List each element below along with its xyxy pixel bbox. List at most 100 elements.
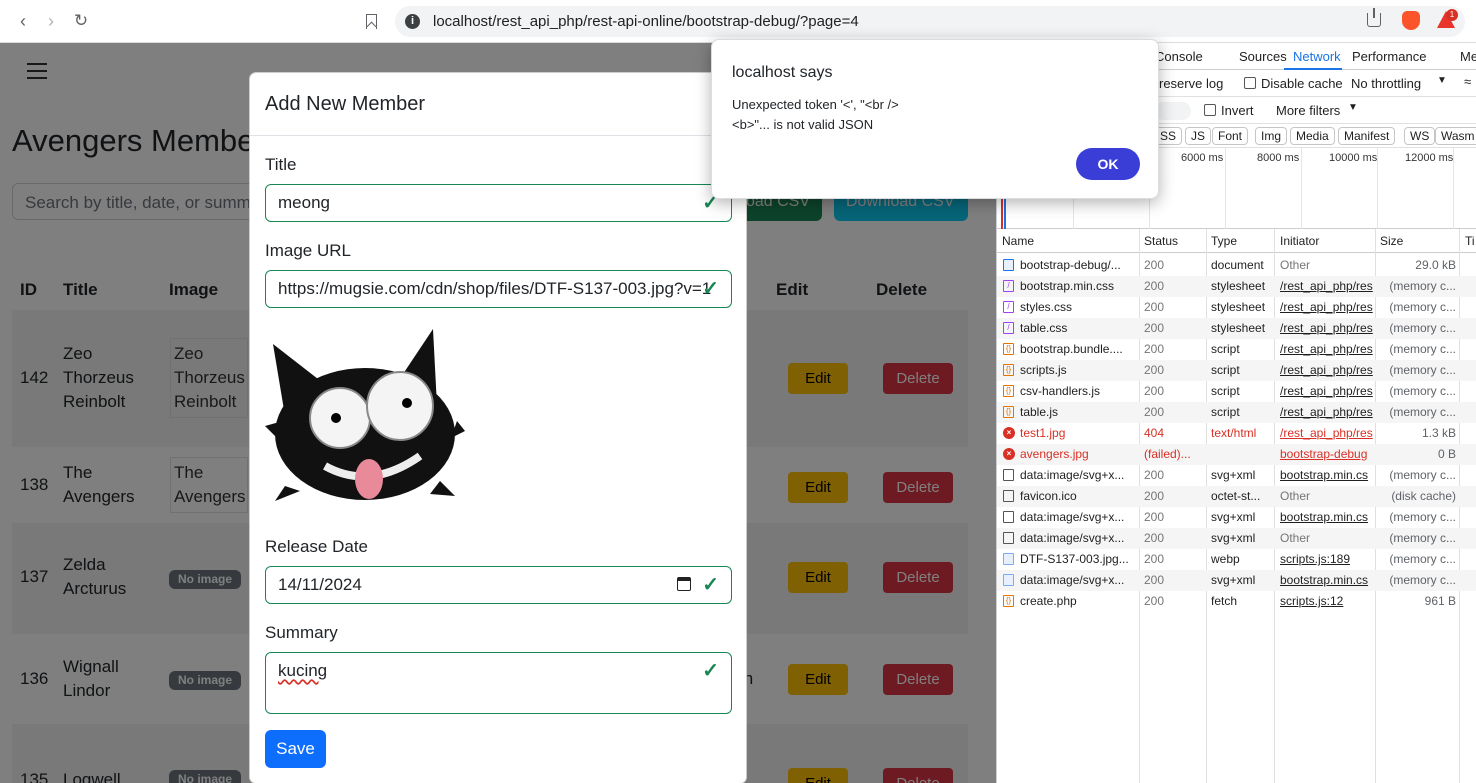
network-request-row[interactable]: DTF-S137-003.jpg... 200 webp scripts.js:189… xyxy=(997,549,1476,570)
chevron-down-icon[interactable]: ▼ xyxy=(1437,75,1447,86)
request-name[interactable]: data:image/svg+x... xyxy=(1020,573,1135,587)
filter-chip-manifest[interactable]: Manifest xyxy=(1338,127,1396,145)
url-text[interactable]: localhost/rest_api_php/rest-api-online/b… xyxy=(433,13,859,30)
preserve-log-label[interactable]: reserve log xyxy=(1159,76,1223,91)
release-date-input[interactable]: 14/11/2024 ✓ xyxy=(265,566,732,604)
request-name[interactable]: table.css xyxy=(1020,321,1135,335)
calendar-icon[interactable] xyxy=(677,577,691,591)
col-time[interactable]: Ti xyxy=(1465,234,1475,248)
network-request-row[interactable]: bootstrap-debug/... 200 document Other 29.0 … xyxy=(997,255,1476,276)
address-bar[interactable]: i localhost/rest_api_php/rest-api-online… xyxy=(395,6,1465,37)
request-name[interactable]: data:image/svg+x... xyxy=(1020,468,1135,482)
tab-memory[interactable]: Me xyxy=(1460,49,1476,64)
request-initiator[interactable]: bootstrap.min.cs xyxy=(1280,510,1374,524)
share-icon[interactable] xyxy=(1367,8,1381,27)
request-name[interactable]: table.js xyxy=(1020,405,1135,419)
network-request-row[interactable]: data:image/svg+x... 200 svg+xml bootstrap.m… xyxy=(997,507,1476,528)
release-date-value: 14/11/2024 xyxy=(278,575,362,594)
col-type[interactable]: Type xyxy=(1211,234,1237,248)
network-request-row[interactable]: data:image/svg+x... 200 svg+xml Other (memor… xyxy=(997,528,1476,549)
disable-cache-checkbox[interactable] xyxy=(1244,77,1256,89)
request-name[interactable]: data:image/svg+x... xyxy=(1020,510,1135,524)
request-name[interactable]: styles.css xyxy=(1020,300,1135,314)
invert-label[interactable]: Invert xyxy=(1221,103,1254,118)
request-initiator[interactable]: bootstrap.min.cs xyxy=(1280,573,1374,587)
network-request-row[interactable]: × test1.jpg 404 text/html/rest_api_php/res 1… xyxy=(997,423,1476,444)
request-name[interactable]: bootstrap.min.css xyxy=(1020,279,1135,293)
request-initiator[interactable]: bootstrap-debug xyxy=(1280,447,1374,461)
brave-shields-icon[interactable] xyxy=(1402,11,1420,30)
request-name[interactable]: DTF-S137-003.jpg... xyxy=(1020,552,1135,566)
request-name[interactable]: avengers.jpg xyxy=(1020,447,1135,461)
request-initiator[interactable]: /rest_api_php/res xyxy=(1280,300,1374,314)
request-initiator[interactable]: bootstrap.min.cs xyxy=(1280,468,1374,482)
network-request-row[interactable]: data:image/svg+x... 200 svg+xml bootstrap.m… xyxy=(997,570,1476,591)
filter-chip-img[interactable]: Img xyxy=(1255,127,1288,145)
filter-input[interactable] xyxy=(1155,102,1191,120)
chevron-down-icon[interactable]: ▼ xyxy=(1348,102,1358,113)
forward-icon[interactable]: › xyxy=(40,10,62,32)
filter-chip-media[interactable]: Media xyxy=(1290,127,1335,145)
network-request-row[interactable]: / table.css 200 stylesheet/rest_api_php/res… xyxy=(997,318,1476,339)
invert-checkbox[interactable] xyxy=(1204,104,1216,116)
save-button[interactable]: Save xyxy=(265,730,326,768)
request-initiator[interactable]: /rest_api_php/res xyxy=(1280,384,1374,398)
request-name[interactable]: favicon.ico xyxy=(1020,489,1135,503)
timeline-label: 8000 ms xyxy=(1257,152,1300,164)
img-file-icon xyxy=(1003,574,1014,586)
request-name[interactable]: test1.jpg xyxy=(1020,426,1135,440)
request-name[interactable]: scripts.js xyxy=(1020,363,1135,377)
network-request-row[interactable]: favicon.ico 200 octet-st... Other (disk cach… xyxy=(997,486,1476,507)
network-request-row[interactable]: {} create.php 200 fetch scripts.js:12 961 B xyxy=(997,591,1476,612)
network-request-row[interactable]: × avengers.jpg (failed)... bootstrap-debug 0… xyxy=(997,444,1476,465)
tab-performance[interactable]: Performance xyxy=(1352,49,1426,64)
tab-sources[interactable]: Sources xyxy=(1239,49,1287,64)
title-input[interactable]: meong ✓ xyxy=(265,184,732,222)
network-request-row[interactable]: / styles.css 200 stylesheet/rest_api_php/re… xyxy=(997,297,1476,318)
request-initiator[interactable]: /rest_api_php/res xyxy=(1280,405,1374,419)
col-initiator[interactable]: Initiator xyxy=(1280,234,1319,248)
throttling-select[interactable]: No throttling xyxy=(1351,76,1421,91)
col-size[interactable]: Size xyxy=(1380,234,1403,248)
network-request-row[interactable]: {} table.js 200 script/rest_api_php/res (mem… xyxy=(997,402,1476,423)
network-request-row[interactable]: / bootstrap.min.css 200 stylesheet/rest_api… xyxy=(997,276,1476,297)
summary-textarea[interactable]: kucing ✓ xyxy=(265,652,732,714)
bookmark-icon[interactable] xyxy=(366,14,377,29)
back-icon[interactable]: ‹ xyxy=(12,10,34,32)
request-initiator[interactable]: /rest_api_php/res xyxy=(1280,426,1374,440)
disable-cache-label[interactable]: Disable cache xyxy=(1261,76,1343,91)
image-url-input[interactable]: https://mugsie.com/cdn/shop/files/DTF-S1… xyxy=(265,270,732,308)
reload-icon[interactable]: ↻ xyxy=(70,10,92,32)
col-status[interactable]: Status xyxy=(1144,234,1178,248)
filter-chip-css[interactable]: SS xyxy=(1155,127,1183,145)
request-initiator[interactable]: /rest_api_php/res xyxy=(1280,363,1374,377)
request-size: 1.3 kB xyxy=(1421,426,1456,440)
js-file-icon: {} xyxy=(1003,406,1014,418)
request-initiator[interactable]: /rest_api_php/res xyxy=(1280,279,1374,293)
tab-network[interactable]: Network xyxy=(1293,49,1341,64)
network-request-row[interactable]: {} csv-handlers.js 200 script/rest_api_php/… xyxy=(997,381,1476,402)
request-initiator[interactable]: /rest_api_php/res xyxy=(1280,342,1374,356)
request-name[interactable]: bootstrap-debug/... xyxy=(1020,258,1135,272)
request-name[interactable]: data:image/svg+x... xyxy=(1020,531,1135,545)
request-name[interactable]: bootstrap.bundle.... xyxy=(1020,342,1135,356)
network-request-row[interactable]: {} bootstrap.bundle.... 200 script/rest_api… xyxy=(997,339,1476,360)
request-initiator[interactable]: /rest_api_php/res xyxy=(1280,321,1374,335)
ok-button[interactable]: OK xyxy=(1076,148,1140,180)
network-request-row[interactable]: data:image/svg+x... 200 svg+xml bootstrap.m… xyxy=(997,465,1476,486)
wifi-icon[interactable]: ≈ xyxy=(1464,74,1471,89)
filter-chip-font[interactable]: Font xyxy=(1212,127,1249,145)
filter-chip-wasm[interactable]: Wasm xyxy=(1435,127,1476,145)
request-initiator[interactable]: scripts.js:189 xyxy=(1280,552,1374,566)
site-info-icon[interactable]: i xyxy=(405,14,420,29)
request-name[interactable]: create.php xyxy=(1020,594,1135,608)
filter-chip-js[interactable]: JS xyxy=(1185,127,1212,145)
request-initiator[interactable]: scripts.js:12 xyxy=(1280,594,1374,608)
network-request-row[interactable]: {} scripts.js 200 script/rest_api_php/res (m… xyxy=(997,360,1476,381)
col-name[interactable]: Name xyxy=(1002,234,1034,248)
tab-console[interactable]: Console xyxy=(1155,49,1203,64)
more-filters-button[interactable]: More filters xyxy=(1276,103,1340,118)
request-name[interactable]: csv-handlers.js xyxy=(1020,384,1135,398)
filter-chip-ws[interactable]: WS xyxy=(1404,127,1436,145)
title-value: meong xyxy=(278,193,330,212)
